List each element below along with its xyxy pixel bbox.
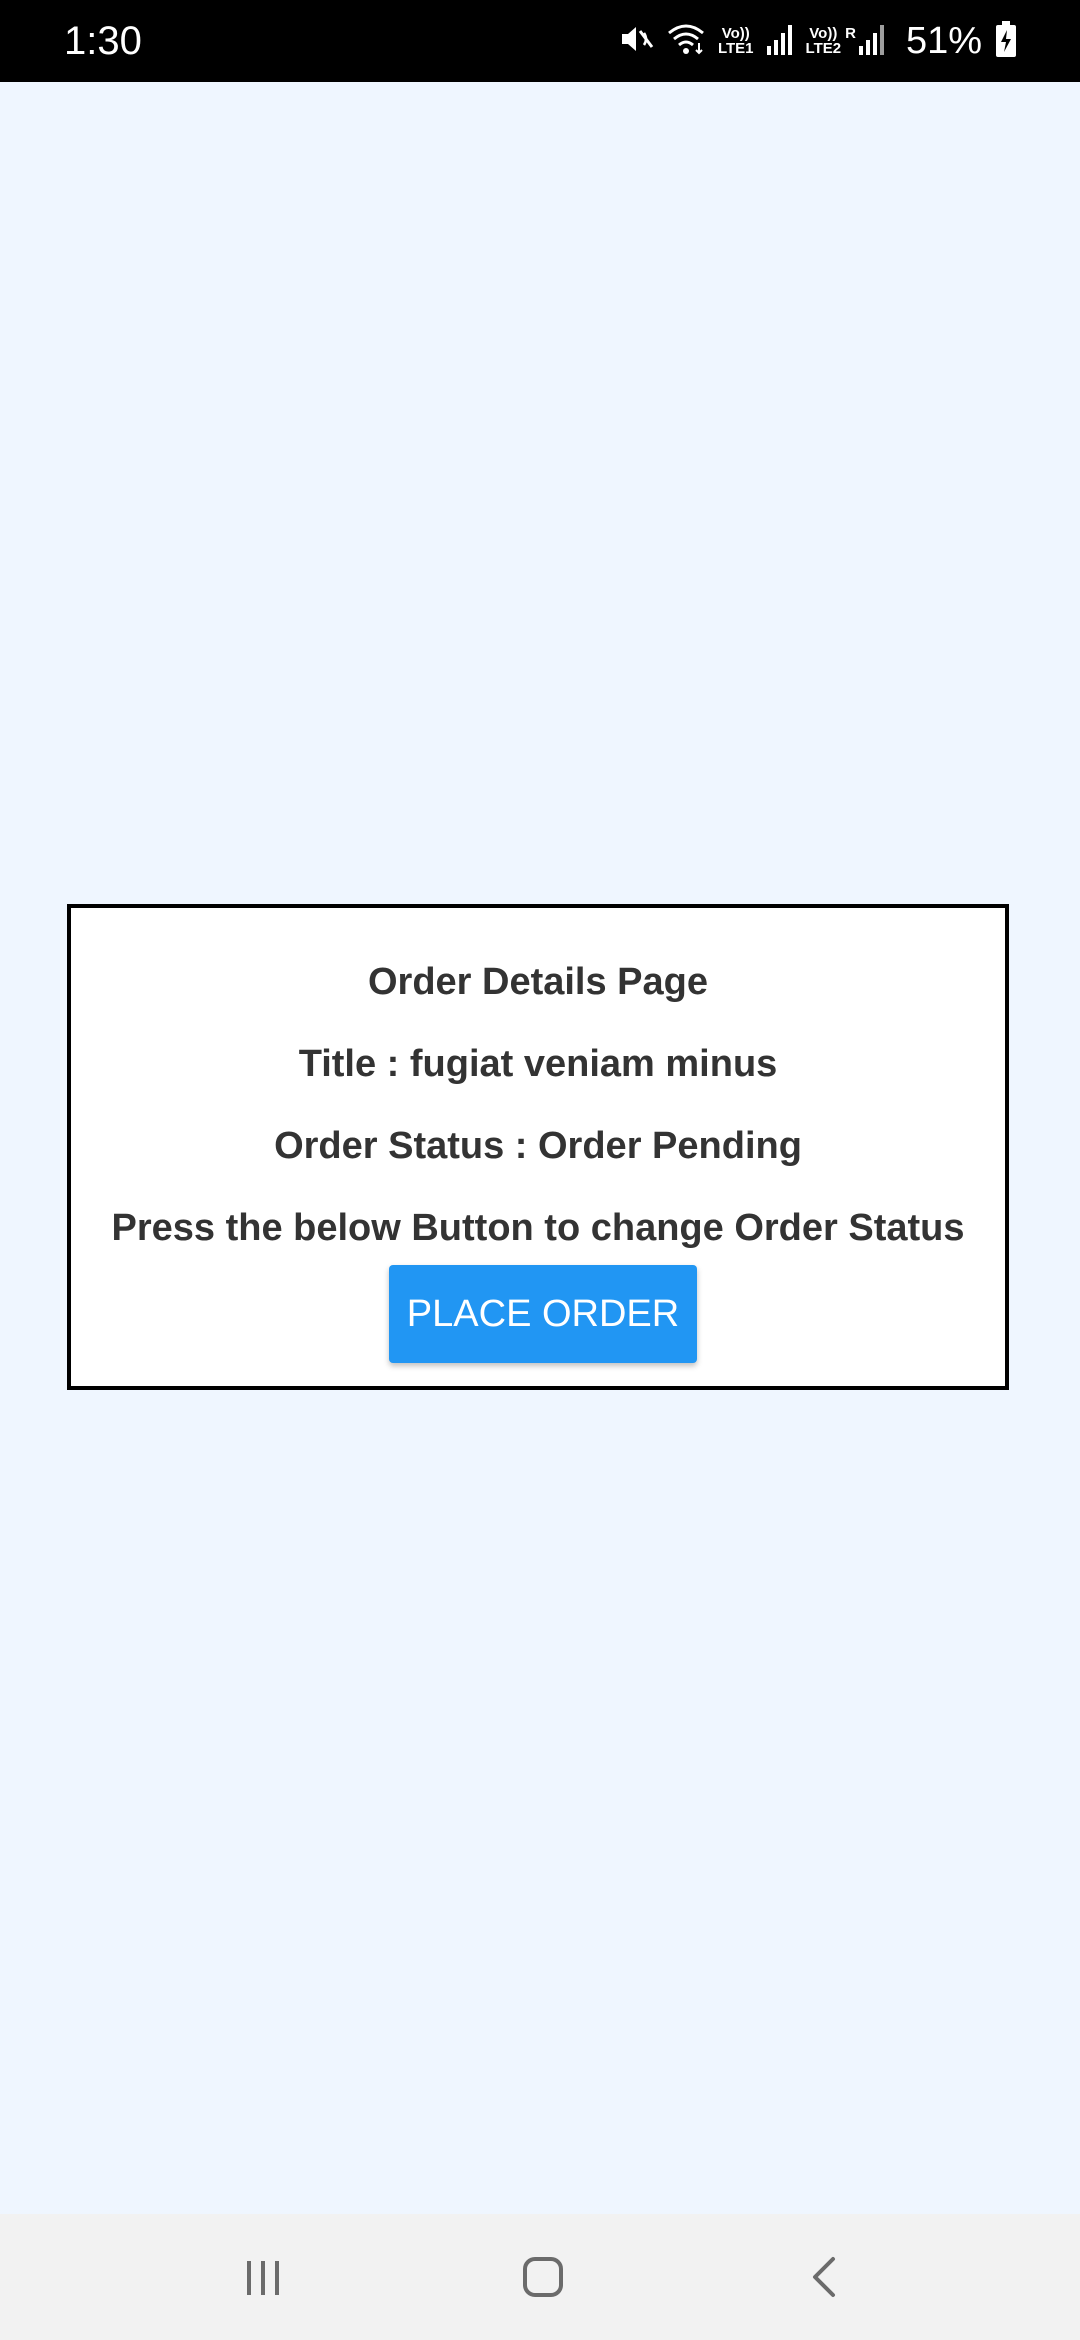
- home-icon[interactable]: [503, 2237, 583, 2317]
- recent-apps-icon[interactable]: [223, 2237, 303, 2317]
- order-status: Order Status : Order Pending: [274, 1125, 802, 1167]
- battery-charging-icon: [994, 20, 1018, 63]
- wifi-icon: [666, 21, 706, 62]
- place-order-button[interactable]: PLACE ORDER: [389, 1265, 697, 1363]
- status-icons: Vo)) LTE1 Vo)) LTE2 R 51%: [618, 14, 1018, 68]
- network-label-2: Vo)) LTE2: [805, 25, 842, 57]
- order-title: Title : fugiat veniam minus: [298, 1043, 778, 1085]
- status-bar: 1:30 Vo)) LTE1 Vo)) LTE2 R 51%: [0, 0, 1080, 82]
- mute-icon: [618, 21, 654, 62]
- page-title: Order Details Page: [367, 961, 709, 1003]
- signal-icon: [858, 22, 886, 61]
- order-details-card: Order Details Page Title : fugiat veniam…: [67, 904, 1009, 1390]
- signal-icon: [766, 22, 794, 61]
- network-label-1: Vo)) LTE1: [717, 25, 754, 57]
- roaming-indicator: R: [845, 25, 856, 42]
- navigation-bar: [0, 2214, 1080, 2340]
- battery-percentage: 51%: [905, 20, 982, 62]
- instruction-text: Press the below Button to change Order S…: [111, 1207, 965, 1249]
- status-time: 1:30: [64, 19, 142, 63]
- back-icon[interactable]: [785, 2237, 865, 2317]
